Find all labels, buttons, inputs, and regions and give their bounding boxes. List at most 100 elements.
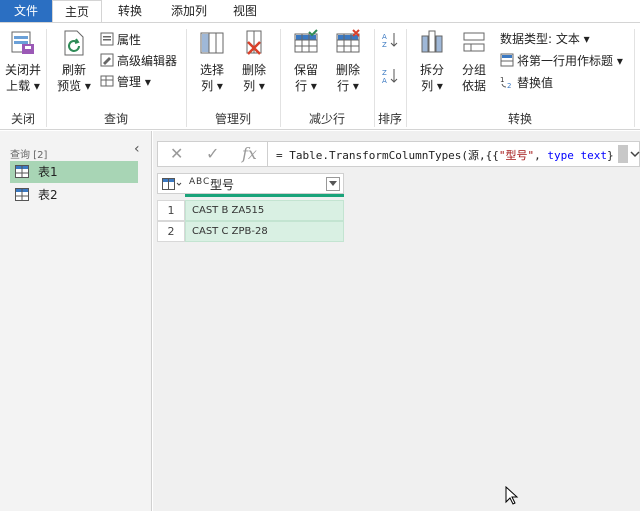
group-by-icon xyxy=(463,32,485,52)
refresh-preview-button[interactable]: 刷新 预览 ▾ xyxy=(54,28,94,94)
remove-rows-icon xyxy=(336,29,360,53)
table-cell[interactable]: CAST C ZPB-28 xyxy=(185,221,344,242)
properties-label: 属性 xyxy=(117,33,142,47)
replace-values-button[interactable]: 1 2 替换值 xyxy=(500,74,553,92)
grid-header: A B C 型号 xyxy=(157,173,344,194)
choose-columns-button[interactable]: 选择 列 ▾ xyxy=(192,28,232,94)
table-icon xyxy=(15,188,29,201)
use-first-row-label: 将第一行用作标题 ▾ xyxy=(517,54,623,68)
replace-values-icon: 12 xyxy=(500,76,511,89)
formula-sep: , xyxy=(534,149,548,162)
group-label-sort: 排序 xyxy=(377,112,402,126)
split-column-button[interactable]: 拆分 列 ▾ xyxy=(412,28,452,94)
svg-text:Z: Z xyxy=(382,41,387,49)
ribbon: 关闭并 上载 ▾ 关闭 刷新 预览 ▾ 属性 高级编辑器 管理 ▾ 查询 选择 … xyxy=(0,22,640,130)
svg-text:A: A xyxy=(382,33,387,41)
formula-scrollbar[interactable] xyxy=(618,145,628,163)
manage-icon xyxy=(100,75,114,87)
row-number: 1 xyxy=(157,200,185,221)
choose-columns-line2: 列 ▾ xyxy=(201,79,223,93)
group-by-line1: 分组 xyxy=(461,63,486,77)
ribbon-tabs: 文件 主页 转换 添加列 视图 xyxy=(0,0,640,23)
close-apply-button[interactable]: 关闭并 上载 ▾ xyxy=(2,28,44,94)
remove-columns-line1: 删除 xyxy=(241,63,266,77)
group-by-line2: 依据 xyxy=(461,79,486,93)
query-item-label: 表2 xyxy=(38,188,58,202)
tab-file[interactable]: 文件 xyxy=(0,0,52,22)
formula-keyword: type text xyxy=(547,149,608,162)
formula-string: "型号" xyxy=(498,149,535,162)
split-column-icon xyxy=(421,30,443,53)
remove-rows-line2: 行 ▾ xyxy=(337,79,359,93)
remove-rows-line1: 删除 xyxy=(335,63,360,77)
table-row[interactable]: 1 CAST B ZA515 xyxy=(157,200,344,221)
group-label-reduce-rows: 减少行 xyxy=(308,112,345,126)
formula-input[interactable]: = Table.TransformColumnTypes(源,{{"型号", t… xyxy=(276,147,614,163)
advanced-editor-button[interactable]: 高级编辑器 xyxy=(100,52,177,70)
keep-rows-line1: 保留 xyxy=(293,63,318,77)
refresh-icon xyxy=(64,30,84,56)
table-icon xyxy=(15,165,29,178)
cancel-icon[interactable]: ✕ xyxy=(170,144,183,163)
remove-columns-icon xyxy=(246,30,262,55)
svg-text:1: 1 xyxy=(500,76,504,84)
svg-text:Z: Z xyxy=(382,69,387,77)
sort-descending-button[interactable]: ZA xyxy=(382,67,401,85)
remove-columns-button[interactable]: 删除 列 ▾ xyxy=(234,28,274,94)
remove-columns-line2: 列 ▾ xyxy=(243,79,265,93)
keep-rows-icon xyxy=(294,29,318,53)
group-label-transform: 转换 xyxy=(507,112,532,126)
group-separator xyxy=(634,29,635,127)
sort-descending-icon: ZA xyxy=(382,69,398,85)
check-icon[interactable]: ✓ xyxy=(206,144,219,163)
refresh-line1: 刷新 xyxy=(61,63,86,77)
expand-formula-chevron-icon[interactable] xyxy=(630,149,640,159)
type-abc-icon[interactable]: A B C xyxy=(189,177,209,187)
group-by-button[interactable]: 分组 依据 xyxy=(454,28,494,94)
column-quality-bar xyxy=(185,194,344,197)
replace-values-label: 替换值 xyxy=(517,76,554,90)
properties-button[interactable]: 属性 xyxy=(100,31,141,49)
keep-rows-line2: 行 ▾ xyxy=(295,79,317,93)
close-apply-line2: 上载 ▾ xyxy=(6,79,40,93)
tab-home[interactable]: 主页 xyxy=(52,0,102,23)
preview-area: ✕ ✓ fx = Table.TransformColumnTypes(源,{{… xyxy=(153,131,640,511)
query-item-table1[interactable]: 表1 xyxy=(10,161,138,183)
advanced-editor-label: 高级编辑器 xyxy=(117,54,178,68)
queries-header: 查询 [2] xyxy=(10,150,48,161)
formula-controls: ✕ ✓ fx xyxy=(158,142,268,166)
column-header-label: 型号 xyxy=(210,178,235,192)
svg-text:A: A xyxy=(382,77,387,85)
manage-label: 管理 ▾ xyxy=(117,75,151,89)
choose-columns-line1: 选择 xyxy=(199,63,224,77)
tab-view[interactable]: 视图 xyxy=(222,0,268,22)
column-filter-button[interactable] xyxy=(326,177,340,191)
remove-rows-button[interactable]: 删除 行 ▾ xyxy=(328,28,368,94)
query-item-table2[interactable]: 表2 xyxy=(10,184,138,206)
tab-add-column[interactable]: 添加列 xyxy=(160,0,218,22)
manage-button[interactable]: 管理 ▾ xyxy=(100,73,151,91)
formula-bar: ✕ ✓ fx = Table.TransformColumnTypes(源,{{… xyxy=(157,141,640,167)
advanced-editor-icon xyxy=(100,53,114,67)
chevron-down-icon xyxy=(329,181,337,186)
sort-ascending-button[interactable]: AZ xyxy=(382,31,401,49)
table-menu-icon[interactable] xyxy=(162,178,182,191)
use-first-row-as-headers-button[interactable]: 将第一行用作标题 ▾ xyxy=(500,52,623,70)
data-type-dropdown[interactable]: 数据类型: 文本 ▾ xyxy=(500,30,590,48)
fx-icon[interactable]: fx xyxy=(242,144,257,163)
split-column-line2: 列 ▾ xyxy=(421,79,443,93)
table-header-icon xyxy=(500,53,514,67)
group-label-query: 查询 xyxy=(103,112,128,126)
queries-pane: 查询 [2] ‹ 表1 表2 xyxy=(0,131,152,511)
table-row[interactable]: 2 CAST C ZPB-28 xyxy=(157,221,344,242)
choose-columns-icon xyxy=(200,32,224,54)
tab-transform[interactable]: 转换 xyxy=(105,0,155,22)
formula-suffix: } xyxy=(607,149,614,162)
keep-rows-button[interactable]: 保留 行 ▾ xyxy=(286,28,326,94)
close-apply-line1: 关闭并 xyxy=(4,63,41,77)
formula-prefix: = Table.TransformColumnTypes(源,{{ xyxy=(276,149,499,162)
close-apply-icon xyxy=(11,31,34,54)
properties-icon xyxy=(100,32,114,46)
collapse-pane-icon[interactable]: ‹ xyxy=(134,141,140,157)
table-cell[interactable]: CAST B ZA515 xyxy=(185,200,344,221)
